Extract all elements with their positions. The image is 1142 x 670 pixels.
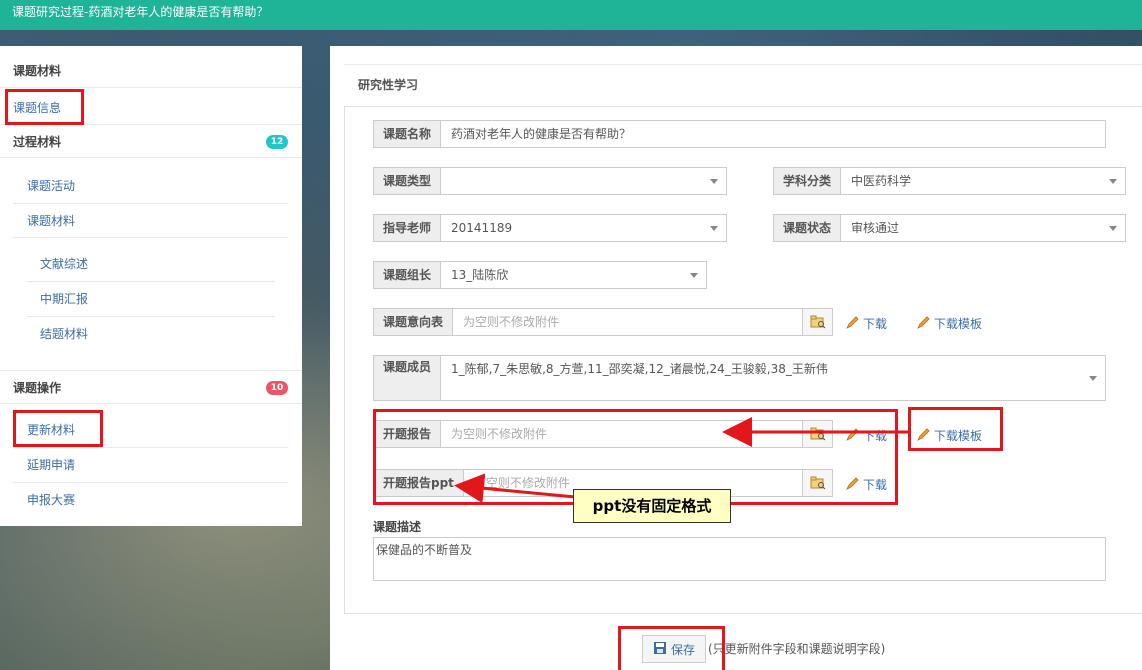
annotation-callout: ppt没有固定格式	[573, 489, 731, 523]
annotation-arrows	[454, 417, 910, 504]
annotation-arrow	[454, 473, 576, 504]
